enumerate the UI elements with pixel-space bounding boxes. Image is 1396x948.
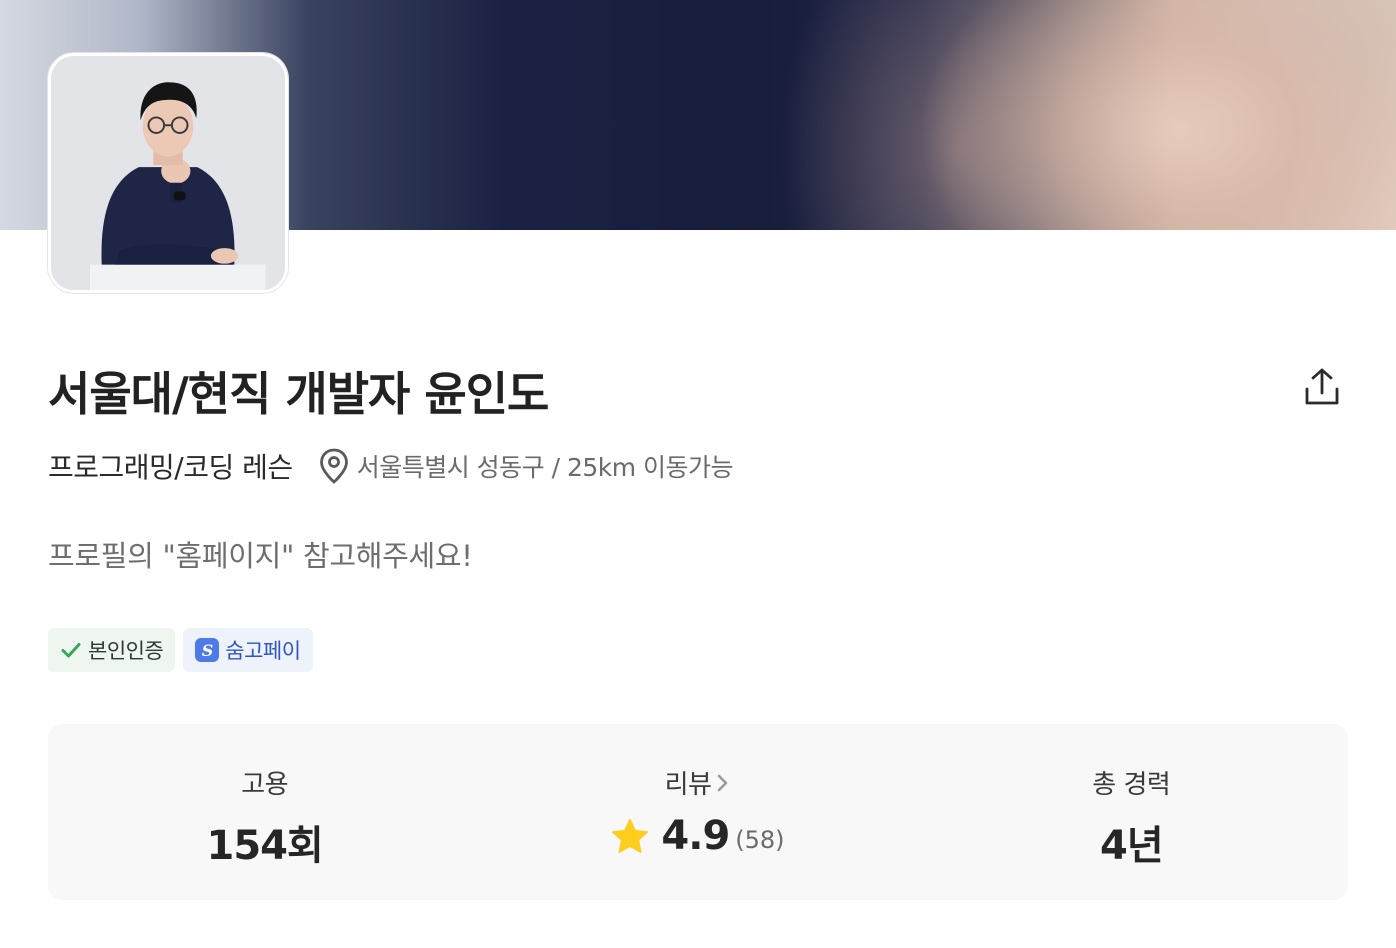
stats-card: 고용 154회 리뷰 4.9 (58) 총 경력 4년 xyxy=(48,724,1348,900)
identity-verified-badge: 본인인증 xyxy=(48,628,176,672)
stat-hires: 고용 154회 xyxy=(48,724,481,900)
soomgo-pay-icon-glyph: S xyxy=(195,638,220,662)
profile-avatar[interactable] xyxy=(48,53,288,293)
badge-list: 본인인증 S 숨고페이 xyxy=(48,628,313,672)
share-button[interactable] xyxy=(1300,365,1344,409)
review-rating: 4.9 xyxy=(661,813,730,859)
service-location: 서울특별시 성동구 / 25km 이동가능 xyxy=(356,453,734,482)
avatar-portrait xyxy=(51,56,285,290)
soomgo-pay-badge: S 숨고페이 xyxy=(183,628,313,672)
hires-value: 154회 xyxy=(206,823,324,869)
review-label: 리뷰 xyxy=(664,770,712,800)
profile-subtitle-row: 프로그래밍/코딩 레슨 서울특별시 성동구 / 25km 이동가능 xyxy=(48,446,734,486)
career-label: 총 경력 xyxy=(1092,770,1171,800)
soomgo-pay-icon: S xyxy=(195,638,220,662)
service-category: 프로그래밍/코딩 레슨 xyxy=(48,451,293,484)
share-icon xyxy=(1305,368,1339,405)
profile-title: 서울대/현직 개발자 윤인도 xyxy=(48,367,549,421)
stat-career: 총 경력 4년 xyxy=(915,724,1348,900)
soomgo-pay-label: 숨고페이 xyxy=(225,639,301,663)
career-value: 4년 xyxy=(1100,823,1164,869)
profile-description: 프로필의 "홈페이지" 참고해주세요! xyxy=(48,539,473,573)
star-icon xyxy=(611,818,649,854)
review-value: 4.9 (58) xyxy=(611,813,785,859)
review-link[interactable]: 리뷰 xyxy=(665,764,732,801)
hires-label: 고용 xyxy=(241,770,289,800)
stat-review: 리뷰 4.9 (58) xyxy=(481,724,914,900)
location-pin-icon xyxy=(319,448,349,484)
profile-page: 서울대/현직 개발자 윤인도 프로그래밍/코딩 레슨 서울특별시 성동구 / 2… xyxy=(0,0,1396,948)
check-icon xyxy=(60,639,82,661)
review-count: (58) xyxy=(735,826,785,854)
identity-verified-label: 본인인증 xyxy=(88,639,164,663)
chevron-right-icon xyxy=(718,774,728,791)
